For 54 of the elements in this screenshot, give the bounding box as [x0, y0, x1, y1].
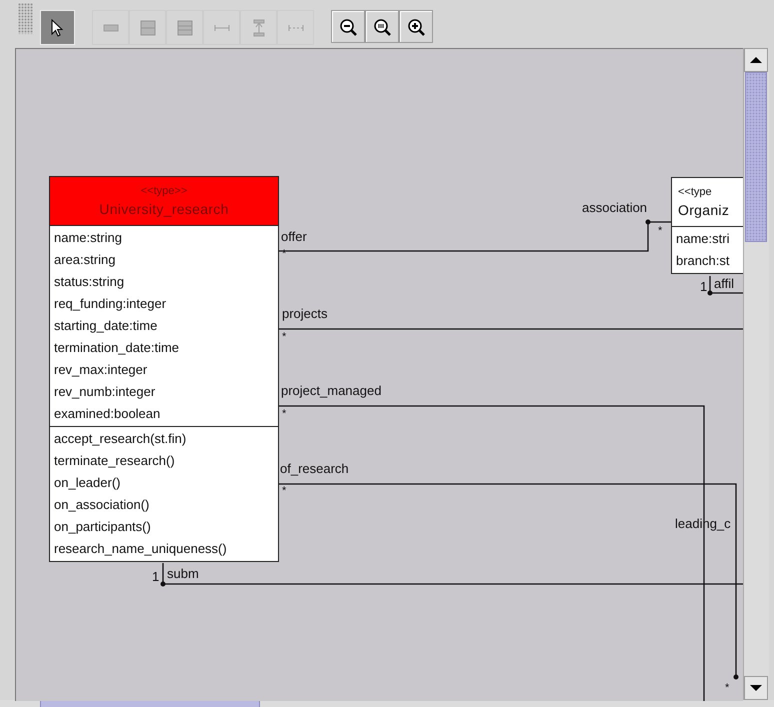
attribute-text: examined:boolean: [54, 405, 162, 423]
association-line[interactable]: [278, 220, 671, 252]
zoom-out-icon[interactable]: [331, 10, 365, 43]
role-label: offer: [281, 229, 307, 244]
line-icon: [214, 24, 230, 32]
operation-text: on_leader(): [54, 474, 122, 492]
zoom-in-icon[interactable]: [399, 10, 433, 43]
attribute-text: rev_numb:integer: [54, 383, 156, 401]
multiplicity-label: *: [282, 409, 286, 420]
association-line[interactable]: [160, 563, 743, 586]
class-box[interactable]: [49, 176, 279, 562]
toolbar-grip[interactable]: [18, 3, 33, 34]
attribute-text: starting_date:time: [54, 317, 158, 335]
role-label: association: [582, 200, 648, 215]
attribute-text: termination_date:time: [54, 339, 180, 357]
operation-text: on_association(): [54, 496, 150, 514]
operation-text: research_name_uniqueness(): [54, 540, 228, 558]
scroll-up-button[interactable]: [744, 48, 768, 72]
rectangle-icon: [102, 24, 118, 32]
class-name: University_research: [98, 200, 230, 218]
attribute-text: req_funding:integer: [54, 295, 168, 313]
association-line[interactable]: [278, 328, 743, 330]
attribute-text: area:string: [54, 251, 116, 269]
operation-text: accept_research(st.fin): [54, 430, 188, 448]
class-name: Organiz: [678, 200, 730, 220]
multiplicity-label: 1: [700, 281, 708, 292]
attribute-text: status:string: [54, 273, 126, 291]
stereotype-label: <<type: [678, 184, 712, 200]
stereotype-label: <<type>>: [140, 184, 188, 198]
up-arrow-icon: [750, 56, 762, 64]
role-label: affil: [714, 276, 734, 291]
multiplicity-label: *: [658, 226, 662, 237]
multiplicity-label: *: [725, 683, 730, 694]
dotted-line-icon: [288, 24, 304, 32]
role-label: project_managed: [281, 383, 382, 398]
scroll-down-button[interactable]: [744, 676, 768, 700]
multiplicity-label: 1: [152, 571, 160, 582]
operation-text: on_participants(): [54, 518, 152, 536]
multiplicity-label: *: [282, 332, 286, 343]
role-label: subm: [167, 566, 199, 581]
select-tool-button[interactable]: [40, 10, 75, 45]
association-line[interactable]: [708, 276, 743, 296]
role-label: projects: [282, 306, 328, 321]
multiplicity-label: *: [282, 486, 286, 497]
attribute-text: rev_max:integer: [54, 361, 148, 379]
role-label: of_research: [280, 461, 349, 476]
attribute-text: name:stri: [676, 230, 730, 248]
operation-text: terminate_research(): [54, 452, 176, 470]
attribute-text: branch:st: [676, 252, 730, 270]
down-arrow-icon: [750, 684, 762, 692]
attribute-text: name:string: [54, 229, 123, 247]
diagram-canvas[interactable]: [15, 48, 743, 701]
scrollbar-thumb[interactable]: [745, 72, 767, 242]
zoom-fit-icon[interactable]: [365, 10, 399, 43]
